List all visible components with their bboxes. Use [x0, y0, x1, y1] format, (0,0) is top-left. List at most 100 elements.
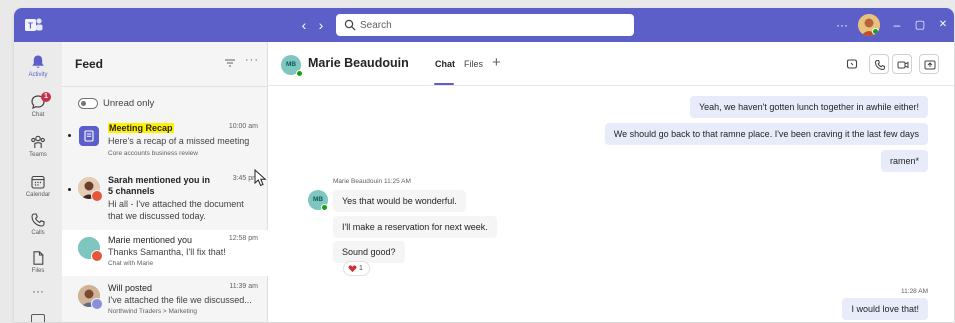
rail-label-calendar: Calendar — [25, 192, 51, 198]
feed-item-title-line2: 5 channels — [108, 186, 155, 196]
rail-label-teams: Teams — [29, 152, 47, 158]
more-options-button[interactable]: ··· — [834, 17, 850, 33]
audio-call-button[interactable] — [869, 54, 889, 74]
tab-chat[interactable]: Chat — [435, 59, 455, 69]
phone-icon — [874, 60, 885, 71]
feed-item-time: 11:39 am — [229, 283, 258, 290]
phone-icon — [31, 213, 45, 227]
rail-item-chat[interactable]: 1 Chat — [14, 90, 62, 128]
title-bar: T ‹ › ··· – ▢ ✕ — [14, 8, 954, 42]
feed-item-time: 12:58 pm — [228, 235, 258, 242]
feed-item-time: 10:00 am — [228, 123, 258, 130]
share-screen-icon — [924, 60, 936, 70]
feed-item-sarah-mention[interactable]: Sarah mentioned you in 5 channels 3:45 p… — [62, 170, 268, 228]
tab-files[interactable]: Files — [464, 59, 483, 69]
unread-dot — [68, 188, 71, 191]
chat-unread-badge: 1 — [41, 92, 51, 102]
feed-divider — [62, 86, 268, 87]
minimize-button[interactable]: – — [890, 17, 904, 33]
feed-item-sub: Northwind Traders > Marketing — [108, 308, 198, 315]
feed-item-body: Hi all - I've attached the document — [108, 199, 244, 209]
rail-item-activity[interactable]: Activity — [14, 50, 62, 88]
feed-item-body-line2: that we discussed today. — [108, 211, 206, 221]
rail-label-files: Files — [31, 268, 45, 274]
add-tab-button[interactable]: + — [492, 54, 501, 71]
search-box[interactable] — [336, 14, 634, 36]
message-time: 11:28 AM — [901, 288, 928, 295]
mention-badge-icon — [91, 190, 103, 202]
rail-label-activity: Activity — [28, 72, 48, 78]
filter-icon[interactable] — [224, 58, 236, 68]
meeting-recap-icon — [79, 126, 99, 146]
active-tab-indicator — [434, 83, 454, 85]
maximize-button[interactable]: ▢ — [913, 17, 927, 33]
reaction-count: 1 — [359, 265, 363, 272]
chat-messages: Yeah, we haven't gotten lunch together i… — [268, 86, 954, 322]
message-incoming[interactable]: Sound good? — [333, 241, 405, 263]
copilot-button[interactable] — [842, 54, 862, 74]
feed-item-will-posted[interactable]: Will posted 11:39 am I've attached the f… — [62, 278, 268, 322]
message-outgoing[interactable]: ramen* — [880, 150, 928, 172]
rail-item-calls[interactable]: Calls — [14, 208, 62, 246]
presence-available-icon — [296, 70, 303, 77]
rail-label-calls: Calls — [31, 230, 45, 236]
forward-button[interactable]: › — [314, 17, 328, 33]
presence-available-icon — [872, 28, 879, 35]
feed-item-sub: Core accounts business review — [108, 150, 198, 157]
rail-label-chat: Chat — [31, 112, 45, 118]
message-outgoing[interactable]: Yeah, we haven't gotten lunch together i… — [689, 96, 928, 118]
apps-store-icon[interactable] — [31, 314, 45, 322]
feed-item-sub: Chat with Marie — [108, 260, 154, 267]
close-button[interactable]: ✕ — [936, 17, 950, 33]
user-avatar[interactable] — [858, 14, 880, 36]
rail-item-files[interactable]: Files — [14, 246, 62, 284]
feed-item-title: Marie mentioned you — [108, 235, 193, 245]
app-rail: Activity 1 Chat Teams Calendar Calls Fil… — [14, 42, 62, 322]
copilot-icon — [846, 59, 858, 69]
message-incoming[interactable]: Yes that would be wonderful. — [333, 190, 466, 212]
highlighted-title: Meeting Recap — [108, 123, 174, 133]
rail-item-calendar[interactable]: Calendar — [14, 170, 62, 208]
feed-pane: Feed ··· Unread only Meeting Recap 10:00… — [62, 42, 268, 322]
message-outgoing[interactable]: I would love that! — [842, 298, 928, 320]
unread-only-label: Unread only — [103, 98, 155, 109]
search-input[interactable] — [360, 17, 620, 33]
rail-more-apps-button[interactable]: ··· — [14, 284, 62, 298]
heart-icon — [348, 265, 357, 273]
message-outgoing[interactable]: We should go back to that ramne place. I… — [604, 123, 928, 145]
video-call-button[interactable] — [892, 54, 912, 74]
unread-only-toggle[interactable] — [78, 98, 98, 109]
unread-dot — [68, 134, 71, 137]
file-icon — [33, 251, 44, 265]
feed-more-button[interactable]: ··· — [245, 54, 259, 66]
mention-badge-icon — [91, 250, 103, 262]
feed-item-title: Meeting Recap — [108, 123, 174, 134]
feed-item-body: I've attached the file we discussed... — [108, 295, 252, 305]
presence-available-icon — [321, 204, 328, 211]
share-screen-button[interactable] — [919, 54, 939, 74]
bell-icon — [32, 55, 44, 68]
feed-item-body: Here's a recap of a missed meeting — [108, 136, 250, 146]
feed-title: Feed — [75, 57, 104, 71]
message-sender-time: Marie Beaudouin 11:25 AM — [333, 178, 411, 185]
file-posted-badge-icon — [91, 298, 103, 310]
feed-item-title: Will posted — [108, 283, 153, 293]
chat-header: MB Marie Beaudouin Chat Files + — [268, 42, 954, 86]
svg-text:T: T — [28, 22, 33, 31]
message-incoming[interactable]: I'll make a reservation for next week. — [333, 216, 497, 238]
heart-reaction[interactable]: 1 — [343, 261, 370, 276]
teams-logo-icon[interactable]: T — [24, 16, 44, 34]
search-icon — [344, 19, 356, 31]
video-camera-icon — [897, 61, 909, 69]
feed-item-title: Sarah mentioned you in — [108, 175, 211, 185]
chat-contact-name: Marie Beaudouin — [308, 56, 409, 70]
back-button[interactable]: ‹ — [297, 17, 311, 33]
calendar-icon — [31, 175, 45, 189]
feed-item-body: Thanks Samantha, I'll fix that! — [108, 247, 226, 257]
notes-icon — [84, 130, 94, 142]
mouse-cursor-icon — [254, 169, 267, 187]
teams-window: T ‹ › ··· – ▢ ✕ — [14, 8, 954, 322]
feed-item-meeting-recap[interactable]: Meeting Recap 10:00 am Here's a recap of… — [62, 118, 268, 170]
rail-item-teams[interactable]: Teams — [14, 130, 62, 168]
feed-item-marie-mention[interactable]: Marie mentioned you 12:58 pm Thanks Sama… — [62, 230, 268, 276]
